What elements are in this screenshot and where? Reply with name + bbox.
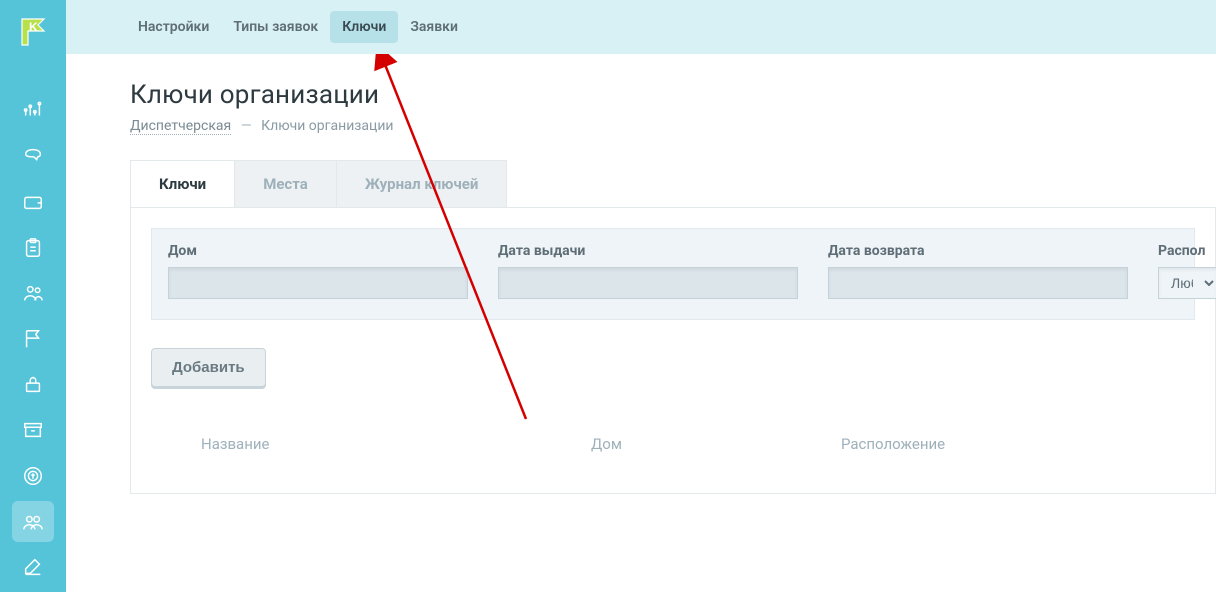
sidebar-item-service[interactable] [12,364,54,406]
sidebar-item-billing[interactable] [12,455,54,497]
filter-house-label: Дом [168,243,468,259]
col-location: Расположение [841,435,1195,453]
topnav-item-request-types[interactable]: Типы заявок [221,11,330,43]
main: Настройки Типы заявок Ключи Заявки Ключи… [66,0,1216,592]
sidebar-item-wallet[interactable] [12,181,54,223]
filter-issued-label: Дата выдачи [498,243,798,259]
topnav-item-requests[interactable]: Заявки [398,11,470,43]
top-nav: Настройки Типы заявок Ключи Заявки [66,0,1216,54]
sidebar-item-clipboard[interactable] [12,227,54,269]
sidebar-item-team[interactable] [12,272,54,314]
filter-location-select[interactable]: Любое [1158,267,1216,299]
sidebar-item-users[interactable] [12,501,54,543]
tab-places[interactable]: Места [235,160,337,207]
app-logo[interactable]: K [11,10,55,54]
tab-keys[interactable]: Ключи [130,160,235,207]
filter-location-label: Распол [1158,243,1216,259]
breadcrumb: Диспетчерская — Ключи организации [130,118,1216,134]
tabs: Ключи Места Журнал ключей [130,160,1216,207]
col-house: Дом [591,435,841,453]
filter-issued-input[interactable] [498,267,798,299]
sidebar: K [0,0,66,592]
filter-returned-label: Дата возврата [828,243,1128,259]
breadcrumb-root[interactable]: Диспетчерская [130,118,231,135]
filter-house-input[interactable] [168,267,468,299]
sidebar-item-edit[interactable] [12,546,54,588]
sidebar-item-archive[interactable] [12,409,54,451]
svg-text:K: K [29,20,38,34]
tab-log[interactable]: Журнал ключей [337,160,508,207]
breadcrumb-sep: — [241,118,252,134]
breadcrumb-current: Ключи организации [261,118,393,134]
filters: Дом Дата выдачи Дата возврата Распол [151,228,1195,320]
content: Ключи организации Диспетчерская — Ключи … [66,54,1216,592]
topnav-item-keys[interactable]: Ключи [330,11,398,43]
col-name: Название [151,435,591,453]
filter-returned-input[interactable] [828,267,1128,299]
sidebar-item-calls[interactable] [12,135,54,177]
topnav-item-settings[interactable]: Настройки [126,11,221,43]
add-button[interactable]: Добавить [151,348,266,387]
panel: Дом Дата выдачи Дата возврата Распол [130,207,1216,494]
sidebar-item-analytics[interactable] [12,90,54,132]
table-header: Название Дом Расположение [151,435,1195,453]
sidebar-item-flag[interactable] [12,318,54,360]
page-title: Ключи организации [130,80,1216,110]
